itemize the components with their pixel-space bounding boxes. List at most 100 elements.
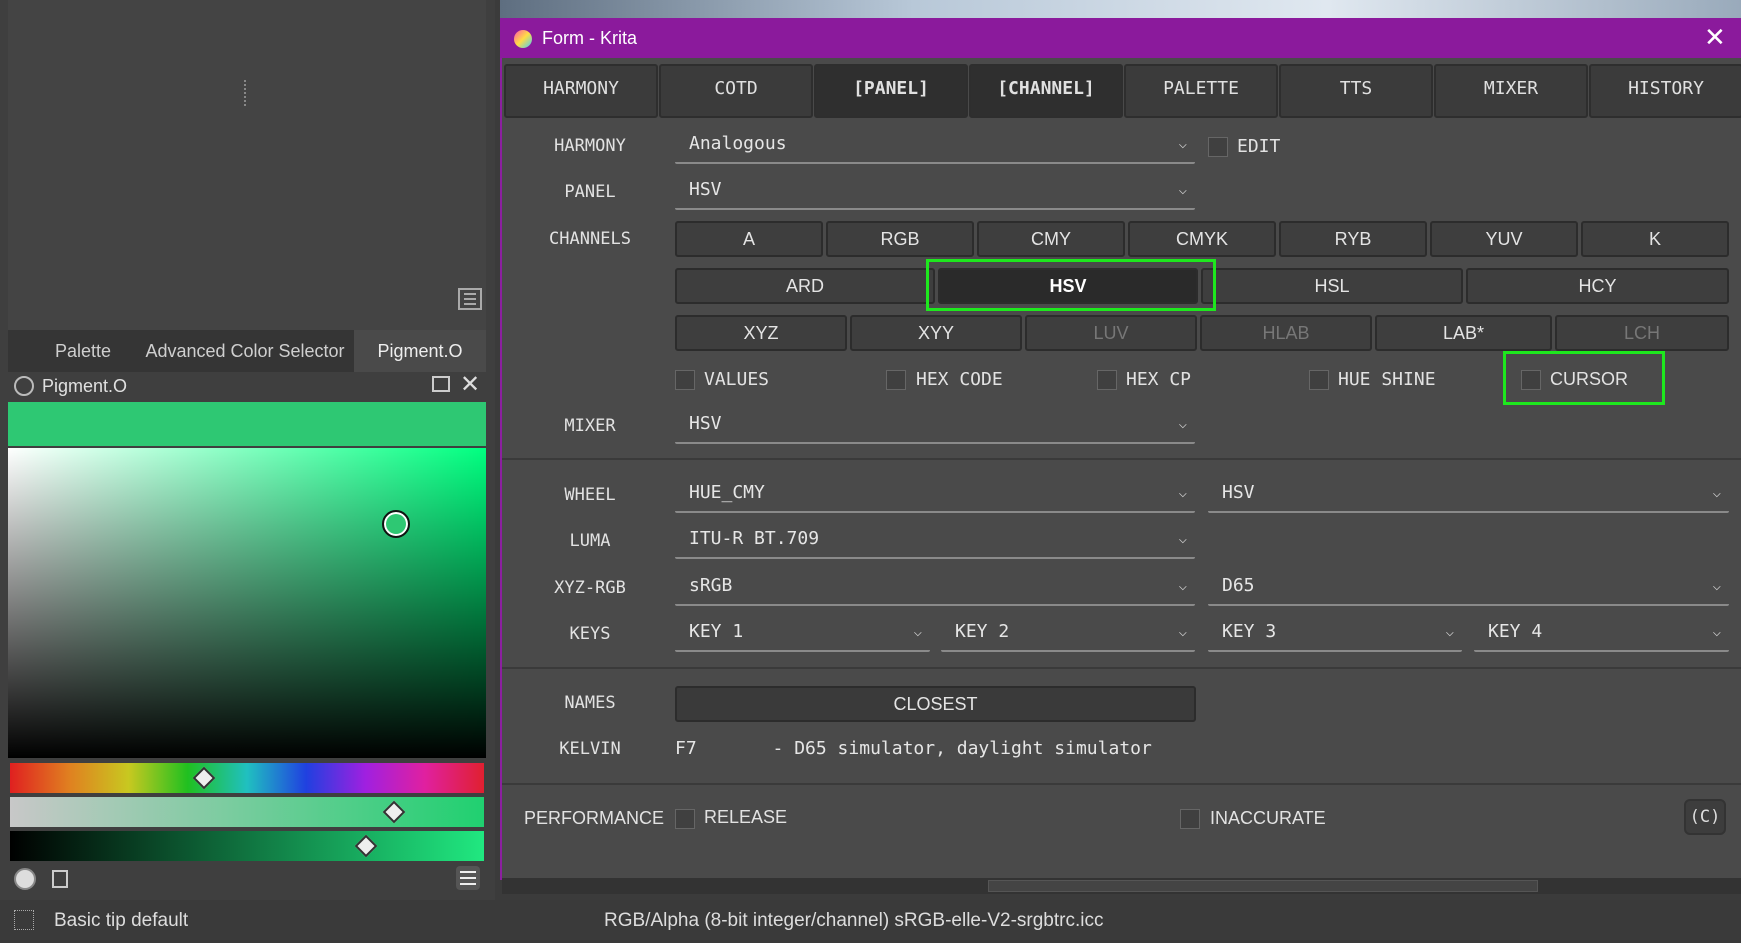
illuminant-value: D65 [1222, 575, 1255, 596]
value-slider[interactable] [10, 831, 484, 861]
mixer-label: MIXER [564, 416, 616, 436]
panel-combo[interactable]: HSV ⌵ [675, 172, 1195, 210]
saturation-value-square[interactable] [8, 448, 486, 758]
kelvin-label: KELVIN [559, 739, 621, 759]
edit-checkbox[interactable] [1208, 137, 1228, 157]
inaccurate-label: INACCURATE [1210, 808, 1326, 828]
hex-cp-checkbox[interactable] [1097, 370, 1117, 390]
channel-hlab-button[interactable]: HLAB [1200, 315, 1372, 351]
wheel-mode-combo[interactable]: HSV ⌵ [1208, 475, 1729, 513]
copyright-button[interactable]: (C) [1684, 799, 1726, 835]
close-window-icon[interactable]: ✕ [1704, 22, 1726, 53]
channel-xyy-button[interactable]: XYY [850, 315, 1022, 351]
saturation-slider[interactable] [10, 797, 484, 827]
channel-yuv-button[interactable]: YUV [1430, 221, 1578, 257]
current-color-preview [8, 402, 486, 446]
chevron-down-icon: ⌵ [1178, 416, 1187, 432]
left-top-docker-area [8, 0, 486, 330]
shape-circle-icon[interactable] [14, 868, 36, 890]
channel-luv-button[interactable]: LUV [1025, 315, 1197, 351]
channel-lch-button[interactable]: LCH [1555, 315, 1729, 351]
key-2-combo[interactable]: KEY 2 ⌵ [941, 614, 1195, 652]
close-docker-icon[interactable]: ✕ [460, 370, 480, 399]
key-1-value: KEY 1 [689, 621, 744, 642]
pigment-docker-header: Pigment.O ✕ [8, 370, 486, 402]
tab-history[interactable]: HISTORY [1589, 64, 1741, 118]
channel-hsl-button[interactable]: HSL [1201, 268, 1463, 304]
channel-cmy-button[interactable]: CMY [977, 221, 1125, 257]
illuminant-combo[interactable]: D65 ⌵ [1208, 568, 1729, 606]
horizontal-scrollbar[interactable] [502, 878, 1741, 894]
page-icon[interactable] [52, 870, 68, 888]
key-4-combo[interactable]: KEY 4 ⌵ [1474, 614, 1729, 652]
menu-icon[interactable] [456, 866, 480, 890]
wheel-combo[interactable]: HUE_CMY ⌵ [675, 475, 1195, 513]
values-checkbox[interactable] [675, 370, 695, 390]
channel-lab-button[interactable]: LAB* [1375, 315, 1552, 351]
hue-shine-checkbox[interactable] [1309, 370, 1329, 390]
channel-k-button[interactable]: K [1581, 221, 1729, 257]
tab-pigment-o[interactable]: Pigment.O [354, 330, 486, 372]
docker-options-icon[interactable] [458, 288, 482, 310]
tab-cotd[interactable]: COTD [659, 64, 813, 118]
lock-icon[interactable] [14, 376, 34, 396]
inaccurate-checkbox[interactable] [1180, 809, 1200, 829]
brush-preset-icon[interactable] [14, 910, 34, 930]
chevron-down-icon: ⌵ [1178, 136, 1187, 152]
hue-slider-handle[interactable] [193, 766, 216, 790]
luma-combo[interactable]: ITU-R BT.709 ⌵ [675, 521, 1195, 559]
krita-logo-icon [514, 30, 532, 48]
hex-code-checkbox[interactable] [886, 370, 906, 390]
channel-ryb-button[interactable]: RYB [1279, 221, 1427, 257]
release-checkbox[interactable] [675, 809, 695, 829]
tab-advanced-color-selector[interactable]: Advanced Color Selector [140, 330, 350, 372]
wheel-mode-value: HSV [1222, 482, 1255, 503]
docker-tab-bar: Palette Advanced Color Selector Pigment.… [8, 330, 486, 372]
brush-preset-name[interactable]: Basic tip default [54, 910, 188, 932]
key-2-value: KEY 2 [955, 621, 1010, 642]
value-slider-handle[interactable] [354, 834, 377, 858]
chevron-down-icon: ⌵ [913, 624, 922, 640]
hsv-highlight-box [926, 259, 1216, 311]
section-divider [502, 667, 1741, 669]
float-docker-icon[interactable] [432, 376, 450, 392]
xyz-rgb-combo[interactable]: sRGB ⌵ [675, 568, 1195, 606]
color-profile-label[interactable]: RGB/Alpha (8-bit integer/channel) sRGB-e… [604, 910, 1103, 932]
channel-cmyk-button[interactable]: CMYK [1128, 221, 1276, 257]
key-3-combo[interactable]: KEY 3 ⌵ [1208, 614, 1462, 652]
tab-mixer[interactable]: MIXER [1434, 64, 1588, 118]
scrollbar-thumb[interactable] [988, 880, 1538, 892]
saturation-slider-handle[interactable] [382, 800, 406, 824]
tab-harmony[interactable]: HARMONY [504, 64, 658, 118]
drag-handle-icon[interactable] [244, 80, 248, 106]
mixer-combo[interactable]: HSV ⌵ [675, 406, 1195, 444]
closest-button[interactable]: CLOSEST [675, 686, 1196, 722]
window-titlebar: Form - Krita ✕ [500, 18, 1741, 58]
xyz-rgb-value: sRGB [689, 575, 733, 596]
tab-channel[interactable]: [CHANNEL] [969, 64, 1123, 118]
channel-rgb-button[interactable]: RGB [826, 221, 974, 257]
harmony-value: Analogous [689, 133, 787, 154]
release-label: RELEASE [704, 807, 788, 827]
key-1-combo[interactable]: KEY 1 ⌵ [675, 614, 930, 652]
hue-shine-label: HUE SHINE [1338, 369, 1436, 390]
luma-label: LUMA [569, 531, 611, 551]
tab-palette-form[interactable]: PALETTE [1124, 64, 1278, 118]
channel-xyz-button[interactable]: XYZ [675, 315, 847, 351]
channel-ard-button[interactable]: ARD [675, 268, 935, 304]
key-4-value: KEY 4 [1488, 621, 1543, 642]
hex-code-label: HEX CODE [916, 369, 1003, 390]
canvas-strip [500, 0, 1741, 18]
harmony-combo[interactable]: Analogous ⌵ [675, 126, 1195, 164]
channel-a-button[interactable]: A [675, 221, 823, 257]
kelvin-value: F7 - D65 simulator, daylight simulator [675, 738, 1152, 759]
tab-tts[interactable]: TTS [1279, 64, 1433, 118]
channel-hcy-button[interactable]: HCY [1466, 268, 1729, 304]
color-cursor[interactable] [382, 510, 410, 538]
hue-slider[interactable] [10, 763, 484, 793]
tab-palette[interactable]: Palette [28, 330, 138, 372]
tab-panel[interactable]: [PANEL] [814, 64, 968, 118]
key-3-value: KEY 3 [1222, 621, 1277, 642]
chevron-down-icon: ⌵ [1178, 624, 1187, 640]
docker-title: Pigment.O [42, 376, 128, 396]
